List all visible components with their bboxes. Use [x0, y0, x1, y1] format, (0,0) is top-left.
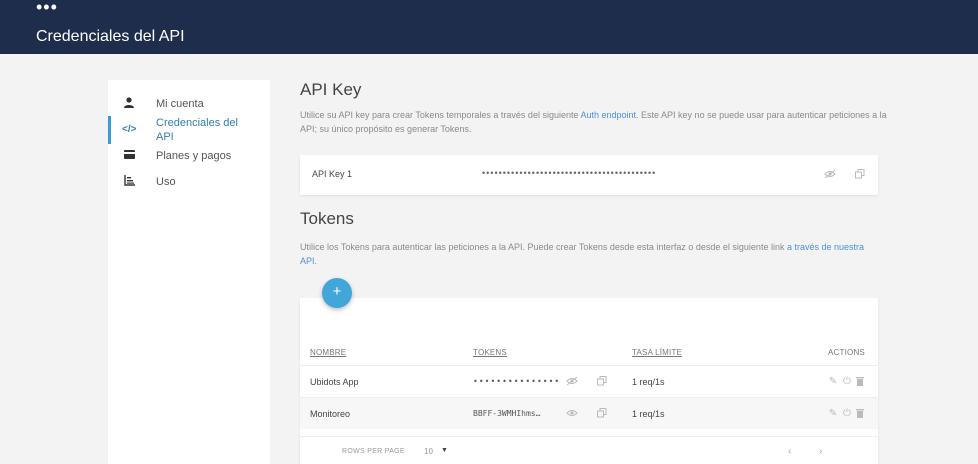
power-icon[interactable]: ⏻: [841, 376, 853, 388]
table-row: Ubidots App ••••••••••••••• 1 req/1s ✎ ⏻: [300, 365, 878, 397]
page-title: Credenciales del API: [36, 28, 185, 45]
apikey-description-text: Utilice su API key para crear Tokens tem…: [300, 110, 581, 120]
power-icon[interactable]: ⏻: [841, 408, 853, 420]
prev-page-button[interactable]: ‹: [788, 446, 791, 457]
token-name: Monitoreo: [310, 409, 351, 419]
bar-chart-icon: [124, 175, 136, 187]
apikey-description: Utilice su API key para crear Tokens tem…: [300, 108, 890, 136]
tokens-description-text: Utilice los Tokens para autenticar las p…: [300, 242, 787, 252]
token-value: •••••••••••••••: [473, 377, 561, 386]
sidebar-item-uso[interactable]: Uso: [108, 174, 270, 190]
rows-per-page-select[interactable]: 10: [424, 447, 433, 456]
add-token-button[interactable]: +: [322, 278, 352, 308]
tokens-description-text: .: [314, 256, 318, 266]
next-page-button[interactable]: ›: [819, 446, 822, 457]
chevron-down-icon[interactable]: ▼: [441, 447, 448, 454]
sidebar-item-planes[interactable]: Planes y pagos: [108, 148, 270, 164]
copy-icon[interactable]: [596, 408, 608, 420]
eye-off-icon[interactable]: [566, 376, 578, 388]
trash-icon[interactable]: [854, 408, 866, 420]
sidebar-item-label: Credenciales del API: [156, 117, 238, 143]
column-header-tokens[interactable]: TOKENS: [473, 348, 507, 357]
active-indicator: [108, 116, 111, 144]
eye-icon[interactable]: [566, 408, 578, 420]
tokens-heading: Tokens: [300, 209, 354, 228]
copy-icon[interactable]: [854, 169, 866, 181]
token-value: BBFF-3WMHIhms…: [473, 409, 541, 418]
token-name: Ubidots App: [310, 377, 359, 387]
table-footer: ROWS PER PAGE 10 ▼ ‹ ›: [300, 436, 878, 464]
apikey-name: API Key 1: [312, 169, 353, 179]
sidebar-item-label: Uso: [156, 176, 176, 188]
apikey-card: API Key 1 ••••••••••••••••••••••••••••••…: [300, 155, 878, 195]
apikey-masked-value: ••••••••••••••••••••••••••••••••••••••••…: [482, 168, 657, 178]
credit-card-icon: [124, 150, 136, 162]
rows-per-page-label: ROWS PER PAGE: [342, 448, 405, 455]
user-icon: [124, 97, 136, 109]
code-icon: </>: [122, 124, 137, 135]
apikey-heading: API Key: [300, 80, 362, 99]
table-row: Monitoreo BBFF-3WMHIhms… 1 req/1s ✎ ⏻: [300, 397, 878, 429]
tokens-table: NOMBRE TOKENS TASA LÍMITE ACTIONS Ubidot…: [300, 298, 878, 464]
column-header-actions: ACTIONS: [828, 348, 865, 357]
tokens-description: Utilice los Tokens para autenticar las p…: [300, 240, 880, 268]
edit-icon[interactable]: ✎: [827, 376, 839, 388]
sidebar-item-label: Mi cuenta: [156, 98, 204, 110]
sidebar-item-credenciales[interactable]: </> Credenciales del API: [108, 116, 270, 144]
token-rate: 1 req/1s: [632, 377, 665, 387]
eye-off-icon[interactable]: [824, 169, 836, 181]
sidebar-item-label: Planes y pagos: [156, 150, 232, 162]
sidebar-item-mi-cuenta[interactable]: Mi cuenta: [108, 96, 270, 112]
logo[interactable]: •••: [36, 4, 58, 12]
top-bar: ••• Credenciales del API: [0, 0, 978, 54]
auth-endpoint-link[interactable]: Auth endpoint: [580, 110, 636, 120]
token-rate: 1 req/1s: [632, 409, 665, 419]
sidebar: Mi cuenta </> Credenciales del API Plane…: [108, 80, 270, 464]
copy-icon[interactable]: [596, 376, 608, 388]
trash-icon[interactable]: [854, 376, 866, 388]
column-header-rate[interactable]: TASA LÍMITE: [632, 348, 682, 357]
edit-icon[interactable]: ✎: [827, 408, 839, 420]
column-header-name[interactable]: NOMBRE: [310, 348, 346, 357]
